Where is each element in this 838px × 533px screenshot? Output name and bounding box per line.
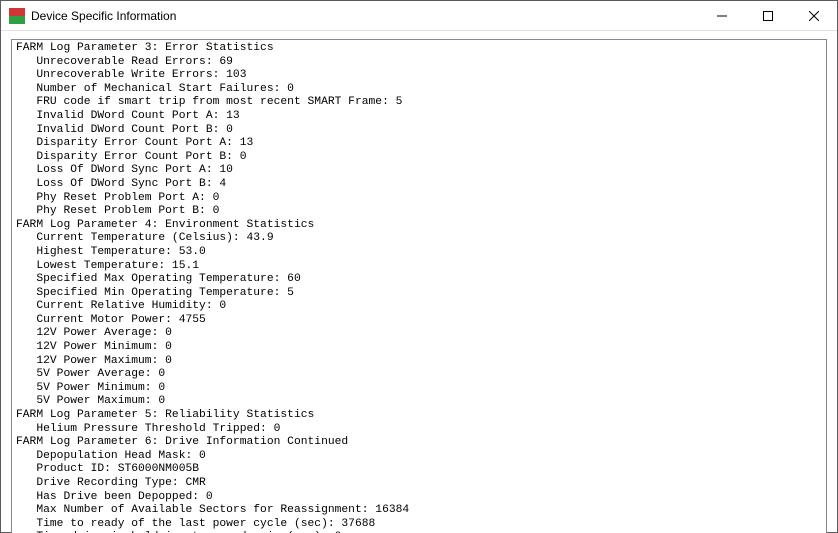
log-line: Specified Min Operating Temperature: 5 xyxy=(16,287,822,301)
window-frame: Device Specific Information FARM Log Par… xyxy=(0,0,838,533)
log-line: Number of Mechanical Start Failures: 0 xyxy=(16,83,822,97)
log-line: Lowest Temperature: 15.1 xyxy=(16,260,822,274)
log-line: Current Motor Power: 4755 xyxy=(16,314,822,328)
log-line: 12V Power Average: 0 xyxy=(16,327,822,341)
log-line: Highest Temperature: 53.0 xyxy=(16,246,822,260)
titlebar[interactable]: Device Specific Information xyxy=(1,1,837,31)
maximize-button[interactable] xyxy=(745,1,791,31)
log-line: Depopulation Head Mask: 0 xyxy=(16,450,822,464)
log-line: Phy Reset Problem Port A: 0 xyxy=(16,192,822,206)
log-line: FARM Log Parameter 3: Error Statistics xyxy=(16,42,822,56)
log-line: FARM Log Parameter 6: Drive Information … xyxy=(16,436,822,450)
log-line: FARM Log Parameter 4: Environment Statis… xyxy=(16,219,822,233)
log-output[interactable]: FARM Log Parameter 3: Error Statistics U… xyxy=(11,39,827,533)
log-line: 5V Power Minimum: 0 xyxy=(16,382,822,396)
log-line: Loss Of DWord Sync Port A: 10 xyxy=(16,164,822,178)
log-line: Invalid DWord Count Port A: 13 xyxy=(16,110,822,124)
log-line: FRU code if smart trip from most recent … xyxy=(16,96,822,110)
log-line: Time to ready of the last power cycle (s… xyxy=(16,518,822,532)
log-line: Phy Reset Problem Port B: 0 xyxy=(16,205,822,219)
log-line: Has Drive been Depopped: 0 xyxy=(16,491,822,505)
log-line: Max Number of Available Sectors for Reas… xyxy=(16,504,822,518)
log-line: Drive Recording Type: CMR xyxy=(16,477,822,491)
log-line: Helium Pressure Threshold Tripped: 0 xyxy=(16,423,822,437)
log-line: Invalid DWord Count Port B: 0 xyxy=(16,124,822,138)
log-line: FARM Log Parameter 5: Reliability Statis… xyxy=(16,409,822,423)
window-title: Device Specific Information xyxy=(31,9,176,23)
log-line: Disparity Error Count Port A: 13 xyxy=(16,137,822,151)
log-line: 12V Power Minimum: 0 xyxy=(16,341,822,355)
log-line: Product ID: ST6000NM005B xyxy=(16,463,822,477)
log-line: 12V Power Maximum: 0 xyxy=(16,355,822,369)
log-line: Current Temperature (Celsius): 43.9 xyxy=(16,232,822,246)
log-line: Unrecoverable Read Errors: 69 xyxy=(16,56,822,70)
log-line: Current Relative Humidity: 0 xyxy=(16,300,822,314)
log-line: 5V Power Maximum: 0 xyxy=(16,395,822,409)
app-icon xyxy=(9,8,25,24)
log-line: Loss Of DWord Sync Port B: 4 xyxy=(16,178,822,192)
window-controls xyxy=(699,1,837,31)
log-line: Specified Max Operating Temperature: 60 xyxy=(16,273,822,287)
log-line: Disparity Error Count Port B: 0 xyxy=(16,151,822,165)
log-line: Unrecoverable Write Errors: 103 xyxy=(16,69,822,83)
minimize-button[interactable] xyxy=(699,1,745,31)
log-line: 5V Power Average: 0 xyxy=(16,368,822,382)
close-window-button[interactable] xyxy=(791,1,837,31)
content-area: FARM Log Parameter 3: Error Statistics U… xyxy=(1,31,837,533)
